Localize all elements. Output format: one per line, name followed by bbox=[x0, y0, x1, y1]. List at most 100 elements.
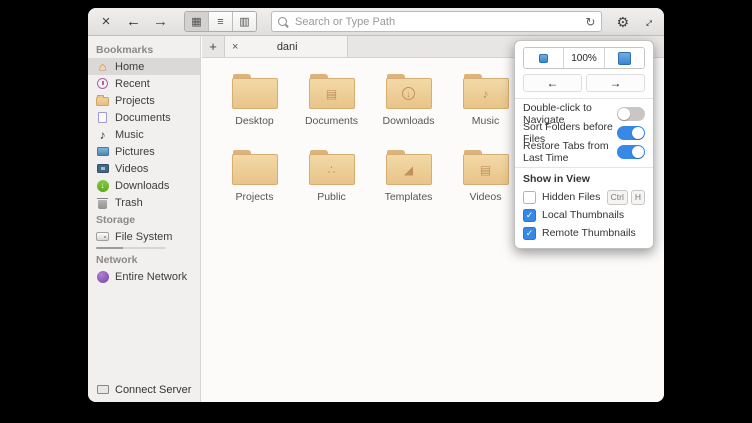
sidebar-item-documents[interactable]: Documents bbox=[88, 109, 200, 126]
documents-icon bbox=[98, 112, 107, 123]
download-emblem-icon: ↓ bbox=[402, 87, 415, 100]
file-label: Desktop bbox=[235, 115, 274, 127]
file-item-videos[interactable]: ▤ Videos bbox=[447, 147, 524, 223]
templates-emblem-icon: ◢ bbox=[403, 162, 414, 177]
checkbox-label: Local Thumbnails bbox=[542, 209, 625, 221]
remote-thumbnails-checkbox[interactable]: ✓ bbox=[523, 226, 536, 240]
document-emblem-icon: ▤ bbox=[325, 86, 338, 101]
zoom-controls: 100% bbox=[523, 47, 645, 69]
sidebar-item-label: Entire Network bbox=[115, 270, 188, 283]
popover-divider bbox=[515, 98, 653, 99]
sidebar-item-label: Home bbox=[115, 60, 145, 73]
file-item-public[interactable]: ∴ Public bbox=[293, 147, 370, 223]
forward-button[interactable]: → bbox=[153, 14, 168, 29]
sidebar-item-label: Recent bbox=[115, 77, 150, 90]
sidebar-item-label: Projects bbox=[115, 94, 155, 107]
new-tab-button[interactable]: + bbox=[202, 36, 224, 57]
share-emblem-icon: ∴ bbox=[327, 162, 336, 177]
grid-view-button[interactable]: ▦ bbox=[185, 12, 208, 31]
sidebar-item-pictures[interactable]: Pictures bbox=[88, 143, 200, 160]
zoom-level[interactable]: 100% bbox=[563, 48, 605, 68]
check-icon: ✓ bbox=[525, 227, 534, 238]
recent-clock-icon bbox=[97, 78, 108, 89]
file-label: Videos bbox=[469, 191, 502, 203]
network-globe-icon bbox=[96, 270, 109, 283]
double-click-toggle[interactable] bbox=[617, 106, 645, 121]
local-thumbnails-checkbox[interactable]: ✓ bbox=[523, 208, 536, 222]
sidebar-item-music[interactable]: ♪ Music bbox=[88, 126, 200, 143]
file-grid: Desktop ▤ Documents ↓ Downloads ♪ Music … bbox=[202, 58, 532, 223]
sidebar-item-label: Downloads bbox=[115, 179, 170, 192]
restore-tabs-row[interactable]: Restore Tabs from Last Time bbox=[523, 139, 645, 164]
downloads-icon: ↓ bbox=[96, 179, 109, 192]
sidebar-item-recent[interactable]: Recent bbox=[88, 75, 200, 92]
search-input[interactable] bbox=[293, 14, 582, 29]
tab-close-icon[interactable]: × bbox=[225, 41, 245, 53]
sidebar-item-trash[interactable]: Trash bbox=[88, 194, 200, 211]
folder-icon: ♪ bbox=[462, 74, 509, 110]
file-item-desktop[interactable]: Desktop bbox=[216, 71, 293, 147]
fullscreen-resize-icon[interactable]: ↔ bbox=[638, 12, 658, 32]
toggle-knob bbox=[618, 107, 630, 120]
sidebar-item-downloads[interactable]: ↓ Downloads bbox=[88, 177, 200, 194]
list-view-icon: ≡ bbox=[217, 15, 224, 28]
toggle-label: Restore Tabs from Last Time bbox=[523, 139, 609, 164]
grid-view-icon: ▦ bbox=[191, 16, 202, 28]
folder-icon bbox=[231, 74, 278, 110]
search-icon bbox=[278, 17, 287, 26]
connect-server-label: Connect Server… bbox=[115, 383, 192, 396]
file-item-music[interactable]: ♪ Music bbox=[447, 71, 524, 147]
settings-menu-button[interactable]: ⚙ bbox=[616, 15, 629, 29]
sidebar-item-videos[interactable]: Videos bbox=[88, 160, 200, 177]
folder-icon: ◢ bbox=[385, 150, 432, 186]
storage-section-header: Storage bbox=[96, 214, 136, 226]
folder-icon: ▤ bbox=[462, 150, 509, 186]
sidebar-item-label: Trash bbox=[115, 196, 143, 209]
sidebar-item-label: Documents bbox=[115, 111, 171, 124]
sort-folders-toggle[interactable] bbox=[617, 125, 645, 140]
headerbar: × ← → ▦ ≡ ▥ ↻ ⚙ ↔ bbox=[88, 8, 664, 36]
tab-dani[interactable]: × dani bbox=[224, 36, 348, 57]
undo-redo-row: ← → bbox=[523, 74, 645, 92]
toggle-knob bbox=[632, 145, 644, 158]
list-view-button[interactable]: ≡ bbox=[208, 12, 232, 31]
settings-popover: 100% ← → Double-click to Navigate Sort F… bbox=[514, 40, 654, 249]
zoom-in-button[interactable] bbox=[604, 48, 644, 68]
sidebar-item-entire-network[interactable]: Entire Network bbox=[88, 268, 200, 285]
window-close-button[interactable]: × bbox=[98, 14, 114, 29]
connect-server-button[interactable]: Connect Server… bbox=[88, 383, 200, 396]
undo-button[interactable]: ← bbox=[523, 74, 582, 92]
view-switcher: ▦ ≡ ▥ bbox=[184, 11, 257, 32]
home-icon: ⌂ bbox=[98, 59, 107, 74]
sidebar-item-projects[interactable]: Projects bbox=[88, 92, 200, 109]
hidden-files-row[interactable]: ✓ Hidden Files Ctrl H bbox=[523, 188, 645, 206]
checkbox-label: Hidden Files bbox=[542, 191, 601, 203]
sidebar-item-file-system[interactable]: File System bbox=[88, 228, 200, 245]
file-item-templates[interactable]: ◢ Templates bbox=[370, 147, 447, 223]
restore-tabs-toggle[interactable] bbox=[617, 144, 645, 159]
zoom-out-button[interactable] bbox=[524, 48, 564, 68]
file-label: Music bbox=[471, 115, 500, 127]
tab-label: dani bbox=[276, 40, 298, 53]
folder-icon bbox=[231, 150, 278, 186]
back-button[interactable]: ← bbox=[126, 14, 141, 29]
sidebar: Bookmarks ⌂ Home Recent Projects Documen… bbox=[88, 36, 201, 402]
refresh-icon[interactable]: ↻ bbox=[585, 16, 595, 28]
zoom-out-icon bbox=[539, 53, 549, 63]
file-label: Documents bbox=[304, 115, 359, 127]
show-in-view-header: Show in View bbox=[523, 173, 590, 185]
file-item-downloads[interactable]: ↓ Downloads bbox=[370, 71, 447, 147]
search-bar[interactable]: ↻ bbox=[271, 11, 603, 32]
redo-button[interactable]: → bbox=[586, 74, 645, 92]
file-item-projects[interactable]: Projects bbox=[216, 147, 293, 223]
hidden-files-checkbox[interactable]: ✓ bbox=[523, 190, 536, 204]
column-view-button[interactable]: ▥ bbox=[232, 12, 256, 31]
sidebar-item-home[interactable]: ⌂ Home bbox=[88, 58, 200, 75]
pictures-icon bbox=[96, 147, 109, 156]
remote-thumbnails-row[interactable]: ✓ Remote Thumbnails bbox=[523, 224, 645, 242]
sidebar-item-label: Music bbox=[115, 128, 144, 141]
folder-icon bbox=[96, 95, 109, 106]
key-badge: Ctrl bbox=[606, 189, 628, 205]
local-thumbnails-row[interactable]: ✓ Local Thumbnails bbox=[523, 206, 645, 224]
file-item-documents[interactable]: ▤ Documents bbox=[293, 71, 370, 147]
